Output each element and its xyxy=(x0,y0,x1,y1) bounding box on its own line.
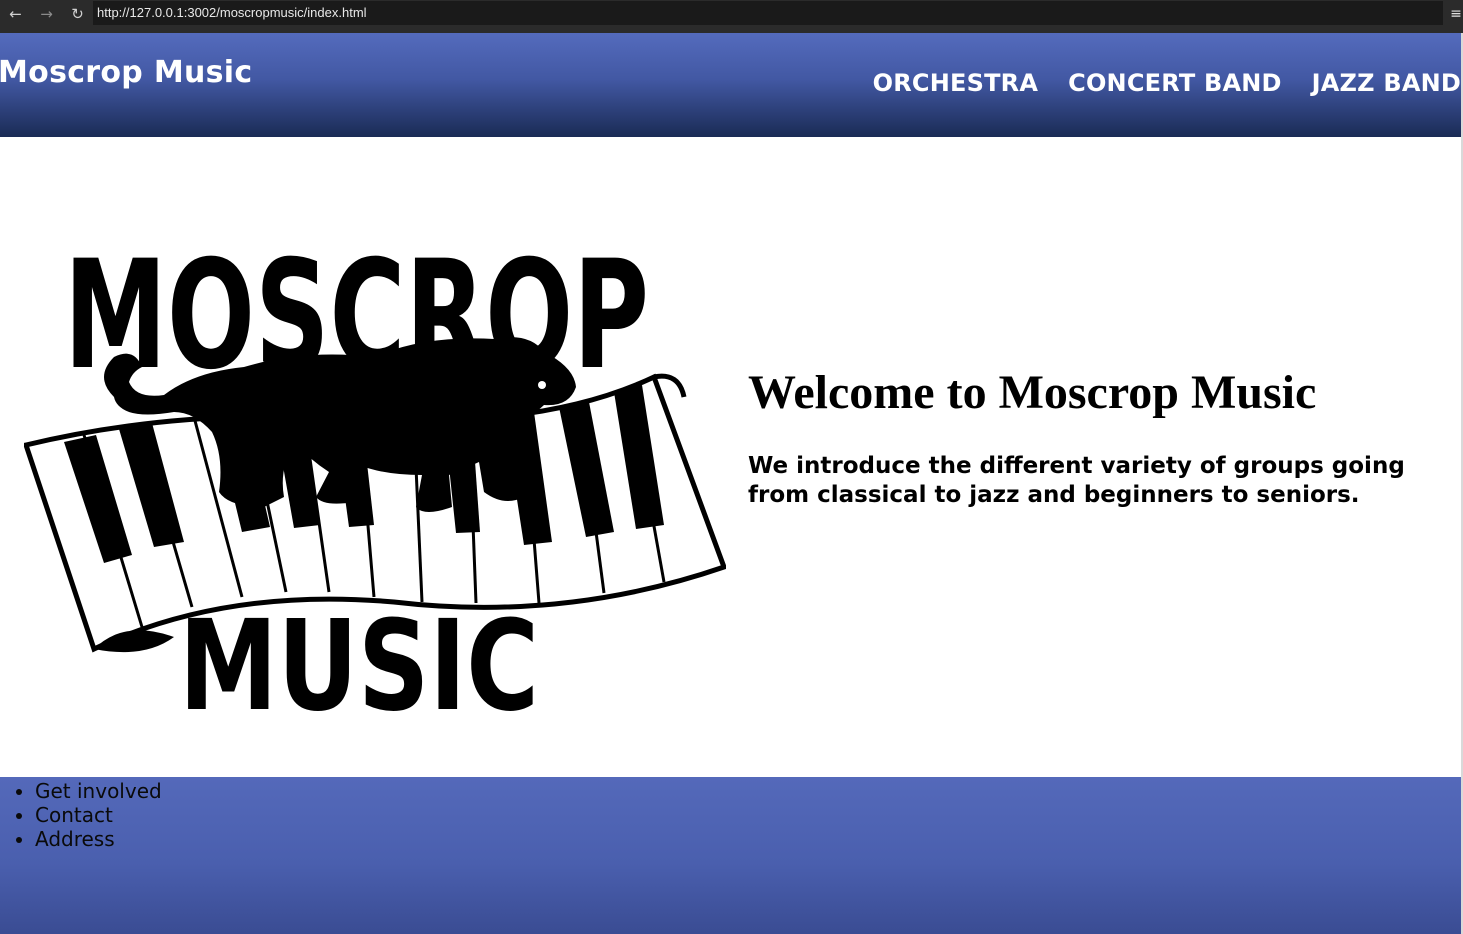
site-header: Moscrop Music ORCHESTRA CONCERT BAND JAZ… xyxy=(0,33,1461,137)
browser-menu-button[interactable]: ≡ xyxy=(1449,0,1463,27)
site-footer: Get involved Contact Address xyxy=(0,777,1461,934)
reload-icon: ↻ xyxy=(71,4,84,23)
arrow-left-icon: ← xyxy=(9,4,22,23)
nav-link-concert-band[interactable]: CONCERT BAND xyxy=(1068,69,1282,97)
svg-text:MUSIC: MUSIC xyxy=(179,594,539,715)
footer-link-address[interactable]: Address xyxy=(35,827,162,851)
nav-link-jazz-band[interactable]: JAZZ BAND xyxy=(1312,69,1461,97)
footer-links: Get involved Contact Address xyxy=(35,779,162,851)
moscrop-music-logo: MOSCROP MUSIC xyxy=(24,229,726,715)
address-bar[interactable]: http://127.0.0.1:3002/moscropmusic/index… xyxy=(93,1,1443,25)
hero-section: MOSCROP MUSIC Welcome to Moscrop Music W… xyxy=(0,137,1461,777)
hamburger-menu-icon: ≡ xyxy=(1450,5,1462,22)
browser-toolbar: ← → ↻ http://127.0.0.1:3002/moscropmusic… xyxy=(0,0,1463,27)
welcome-heading: Welcome to Moscrop Music xyxy=(748,366,1317,419)
site-title[interactable]: Moscrop Music xyxy=(0,55,252,90)
main-nav: ORCHESTRA CONCERT BAND JAZZ BAND xyxy=(873,69,1461,97)
welcome-subheading: We introduce the different variety of gr… xyxy=(748,453,1405,508)
footer-link-contact[interactable]: Contact xyxy=(35,803,162,827)
nav-link-orchestra[interactable]: ORCHESTRA xyxy=(873,69,1039,97)
svg-text:MOSCROP: MOSCROP xyxy=(64,229,649,403)
forward-button[interactable]: → xyxy=(31,0,62,27)
arrow-right-icon: → xyxy=(40,4,53,23)
back-button[interactable]: ← xyxy=(0,0,31,27)
reload-button[interactable]: ↻ xyxy=(62,0,93,27)
page-viewport: Moscrop Music ORCHESTRA CONCERT BAND JAZ… xyxy=(0,33,1461,934)
footer-link-get-involved[interactable]: Get involved xyxy=(35,779,162,803)
